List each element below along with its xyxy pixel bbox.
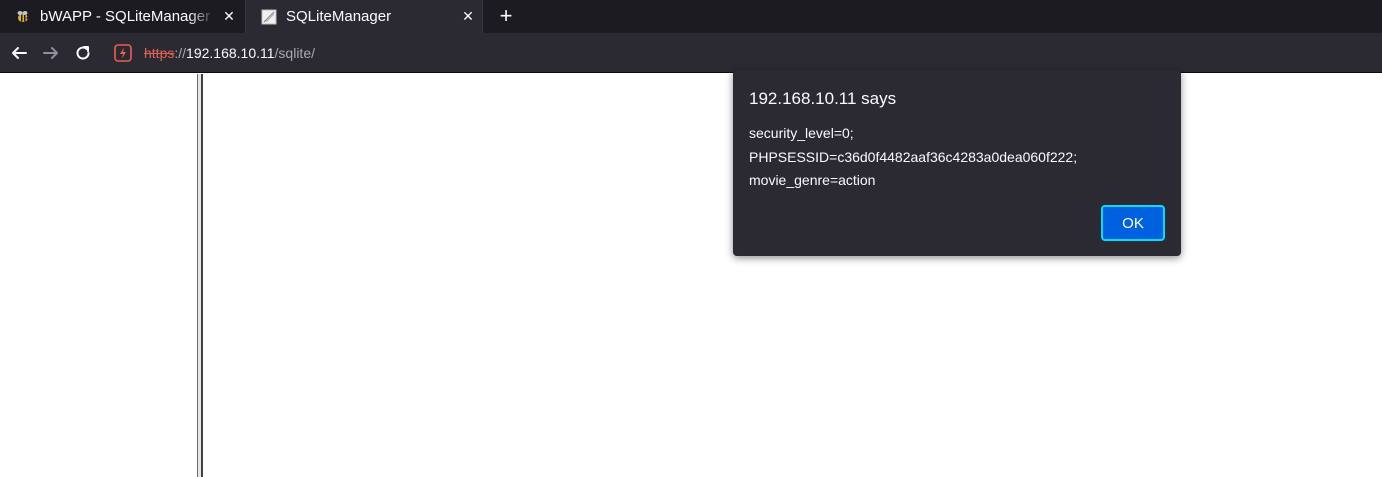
tab-bwapp-sqlitemanager[interactable]: bWAPP - SQLiteManager ✕ bbox=[0, 0, 243, 33]
tab-sqlitemanager[interactable]: SQLiteManager ✕ bbox=[245, 0, 483, 33]
url-host: 192.168.10.11 bbox=[186, 45, 275, 61]
url-scheme: https bbox=[144, 45, 175, 61]
back-arrow-icon bbox=[12, 47, 27, 59]
back-button[interactable] bbox=[7, 41, 31, 65]
forward-arrow-icon bbox=[43, 47, 58, 59]
new-tab-button[interactable]: + bbox=[493, 3, 519, 29]
address-bar[interactable]: https://192.168.10.11/sqlite/ bbox=[108, 38, 1382, 68]
dialog-message: security_level=0; PHPSESSID=c36d0f4482aa… bbox=[749, 122, 1077, 193]
navigation-toolbar: https://192.168.10.11/sqlite/ bbox=[0, 33, 1382, 73]
reload-button[interactable] bbox=[71, 41, 95, 65]
close-tab-icon[interactable]: ✕ bbox=[454, 8, 482, 25]
tab-strip: bWAPP - SQLiteManager ✕ SQLiteManager ✕ … bbox=[0, 0, 1382, 33]
reload-icon bbox=[76, 46, 90, 60]
forward-button[interactable] bbox=[39, 41, 63, 65]
url-text: https://192.168.10.11/sqlite/ bbox=[144, 45, 315, 61]
dialog-message-line: security_level=0; bbox=[749, 125, 854, 141]
frame-divider[interactable] bbox=[197, 74, 203, 477]
dialog-message-line: movie_genre=action bbox=[749, 172, 876, 188]
alert-dialog: 192.168.10.11 says security_level=0; PHP… bbox=[733, 70, 1181, 256]
url-separator: :// bbox=[174, 45, 187, 61]
close-tab-icon[interactable]: ✕ bbox=[215, 8, 243, 25]
page-icon bbox=[261, 9, 277, 24]
url-path: /sqlite/ bbox=[274, 45, 315, 61]
tab-title: SQLiteManager bbox=[286, 8, 392, 25]
bee-icon bbox=[17, 10, 30, 22]
tab-title: bWAPP - SQLiteManager bbox=[40, 8, 211, 25]
insecure-connection-icon[interactable] bbox=[114, 44, 132, 62]
ok-button[interactable]: OK bbox=[1101, 205, 1165, 241]
dialog-title: 192.168.10.11 says bbox=[749, 89, 897, 108]
dialog-message-line: PHPSESSID=c36d0f4482aaf36c4283a0dea060f2… bbox=[749, 148, 1078, 165]
